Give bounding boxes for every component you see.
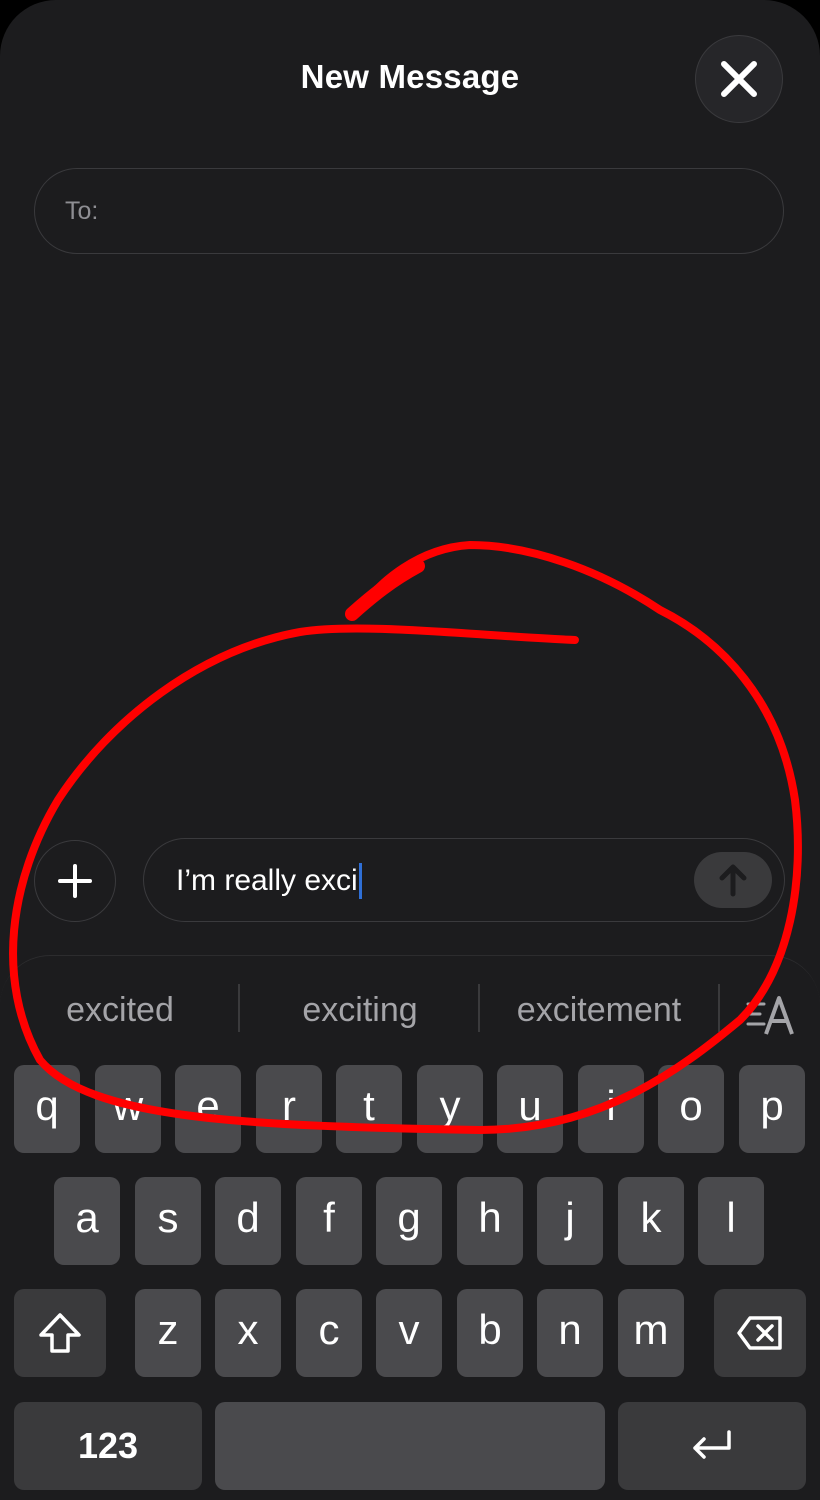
key-u[interactable]: u: [497, 1065, 563, 1153]
return-icon: [693, 1430, 731, 1459]
key-x[interactable]: x: [215, 1289, 281, 1377]
suggestion-2[interactable]: exciting: [250, 984, 470, 1036]
key-f[interactable]: f: [296, 1177, 362, 1265]
message-input[interactable]: I’m really exci: [143, 838, 785, 922]
suggestion-divider: [238, 984, 240, 1032]
add-attachment-button[interactable]: [34, 840, 116, 922]
suggestion-divider: [718, 984, 720, 1032]
shift-key[interactable]: [14, 1289, 106, 1377]
new-message-sheet: New Message To: I’m really exci excited …: [0, 0, 820, 1500]
arrow-up-icon: [719, 864, 747, 897]
key-y[interactable]: y: [417, 1065, 483, 1153]
key-o[interactable]: o: [658, 1065, 724, 1153]
key-r[interactable]: r: [256, 1065, 322, 1153]
key-c[interactable]: c: [296, 1289, 362, 1377]
key-l[interactable]: l: [698, 1177, 764, 1265]
key-i[interactable]: i: [578, 1065, 644, 1153]
suggestion-divider: [478, 984, 480, 1032]
shift-icon: [39, 1313, 81, 1353]
plus-icon: [58, 864, 92, 898]
key-e[interactable]: e: [175, 1065, 241, 1153]
key-h[interactable]: h: [457, 1177, 523, 1265]
close-icon: [721, 61, 757, 97]
suggestion-1[interactable]: excited: [10, 984, 230, 1036]
key-s[interactable]: s: [135, 1177, 201, 1265]
delete-key[interactable]: [714, 1289, 806, 1377]
key-a[interactable]: a: [54, 1177, 120, 1265]
key-n[interactable]: n: [537, 1289, 603, 1377]
key-b[interactable]: b: [457, 1289, 523, 1377]
key-z[interactable]: z: [135, 1289, 201, 1377]
key-d[interactable]: d: [215, 1177, 281, 1265]
key-j[interactable]: j: [537, 1177, 603, 1265]
key-p[interactable]: p: [739, 1065, 805, 1153]
return-key[interactable]: [618, 1402, 806, 1490]
delete-icon: [737, 1316, 782, 1350]
key-m[interactable]: m: [618, 1289, 684, 1377]
recipient-label: To:: [65, 197, 99, 225]
key-v[interactable]: v: [376, 1289, 442, 1377]
close-button[interactable]: [695, 35, 783, 123]
message-text: I’m really exci: [176, 864, 358, 897]
key-q[interactable]: q: [14, 1065, 80, 1153]
keyboard: excited exciting excitement q w e r t y …: [0, 955, 820, 1500]
key-k[interactable]: k: [618, 1177, 684, 1265]
numbers-key[interactable]: 123: [14, 1402, 202, 1490]
recipient-field[interactable]: To:: [34, 168, 784, 254]
key-g[interactable]: g: [376, 1177, 442, 1265]
text-caret: [358, 863, 362, 899]
send-button[interactable]: [694, 852, 772, 908]
suggestion-3[interactable]: excitement: [486, 984, 712, 1036]
space-key[interactable]: [215, 1402, 605, 1490]
text-format-icon[interactable]: [744, 992, 796, 1038]
key-t[interactable]: t: [336, 1065, 402, 1153]
key-w[interactable]: w: [95, 1065, 161, 1153]
